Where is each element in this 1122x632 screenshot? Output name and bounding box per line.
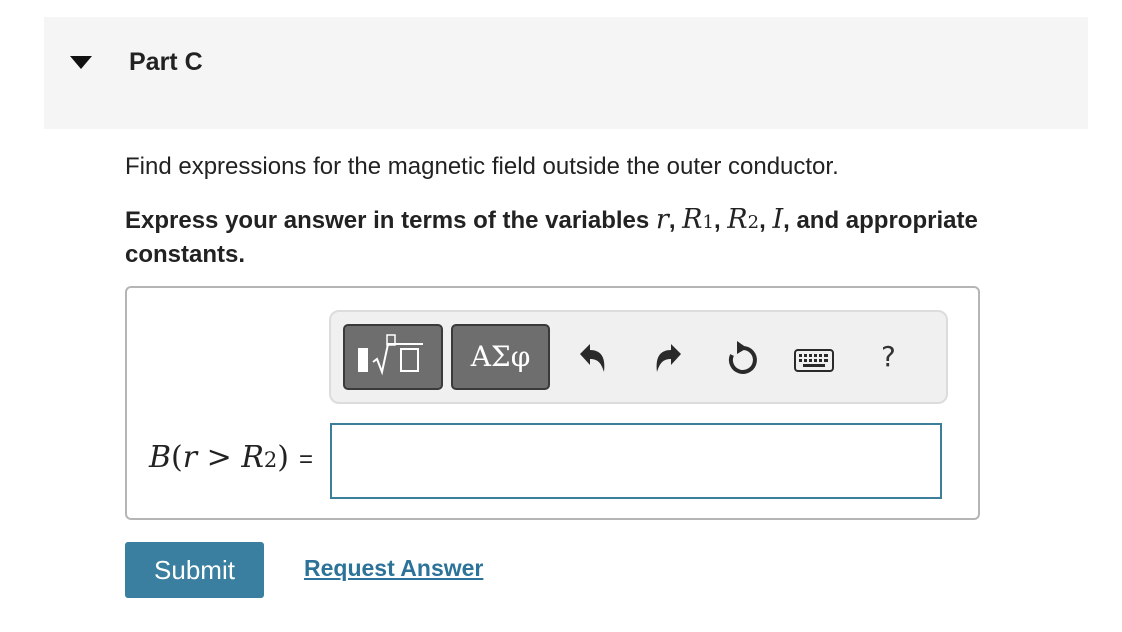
answer-box: ΑΣφ ? B(r > R2) = (125, 286, 980, 520)
redo-icon[interactable] (651, 340, 685, 376)
separator: , (759, 207, 766, 234)
templates-button[interactable] (343, 324, 443, 390)
separator: , (713, 207, 721, 234)
var-R1: R1 (682, 204, 714, 235)
instruction-text: Express your answer in terms of the vari… (125, 204, 1075, 271)
answer-variable-label: B(r > R2) = (149, 440, 314, 475)
request-answer-link[interactable]: Request Answer (304, 555, 483, 582)
math-toolbar: ΑΣφ ? (329, 310, 948, 404)
part-title: Part C (129, 48, 203, 76)
submit-button[interactable]: Submit (125, 542, 264, 598)
symbols-button[interactable]: ΑΣφ (451, 324, 550, 390)
reset-icon[interactable] (725, 340, 761, 378)
part-header[interactable]: Part C (44, 17, 1088, 129)
collapse-caret-icon[interactable] (70, 56, 92, 69)
var-R2: R2 (727, 204, 760, 235)
undo-icon[interactable] (576, 340, 610, 376)
separator: , (668, 207, 676, 234)
templates-icon (358, 334, 423, 376)
keyboard-icon[interactable] (794, 348, 836, 374)
answer-input[interactable] (330, 423, 942, 499)
instruction-prefix: Express your answer in terms of the vari… (125, 207, 650, 234)
var-r: r (655, 204, 669, 235)
question-text: Find expressions for the magnetic field … (125, 153, 839, 180)
help-icon[interactable]: ? (881, 340, 896, 373)
var-I: I (772, 204, 784, 235)
equals-sign: = (299, 446, 314, 473)
